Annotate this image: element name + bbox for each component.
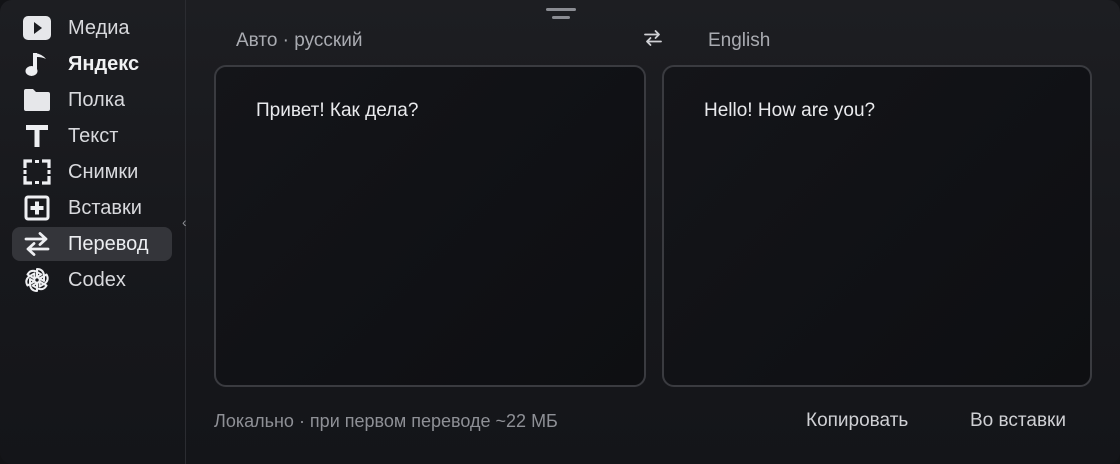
sidebar-item-label: Перевод xyxy=(68,233,149,255)
play-icon xyxy=(22,14,52,42)
translation-output[interactable]: Hello! How are you? xyxy=(662,65,1092,387)
sidebar-item-label: Полка xyxy=(68,89,126,111)
sidebar-item-codex[interactable]: Codex xyxy=(12,263,172,297)
folder-icon xyxy=(22,86,52,114)
source-text-input[interactable]: Привет! Как дела? xyxy=(214,65,646,387)
swap-arrows-icon xyxy=(643,29,663,52)
sidebar-item-shelf[interactable]: Полка xyxy=(12,83,172,117)
translated-text: Hello! How are you? xyxy=(704,100,876,121)
sidebar-item-text[interactable]: Текст xyxy=(12,119,172,153)
sidebar-item-label: Снимки xyxy=(68,161,139,183)
source-language-select[interactable]: Авто · русский xyxy=(236,30,362,52)
sidebar-item-yandex[interactable]: Яндекс xyxy=(12,47,172,81)
model-info-note: Локально · при первом переводе ~22 МБ xyxy=(214,411,558,431)
music-note-icon xyxy=(22,50,52,78)
target-language-select[interactable]: English xyxy=(708,30,770,52)
swap-arrows-icon xyxy=(22,230,52,258)
sidebar-item-label: Codex xyxy=(68,269,126,291)
copy-button[interactable]: Копировать xyxy=(806,409,908,433)
drag-handle[interactable] xyxy=(546,8,576,22)
text-t-icon xyxy=(22,122,52,150)
sidebar-item-label: Вставки xyxy=(68,197,142,219)
sidebar-item-label: Яндекс xyxy=(68,53,140,75)
sidebar-item-label: Медиа xyxy=(68,17,130,39)
sidebar-collapse-handle[interactable]: ‹ xyxy=(182,214,187,230)
sidebar-item-translate[interactable]: Перевод xyxy=(12,227,172,261)
plus-square-icon xyxy=(22,194,52,222)
openai-logo-icon xyxy=(22,266,52,294)
sidebar-item-media[interactable]: Медиа xyxy=(12,11,172,45)
sidebar-item-inserts[interactable]: Вставки xyxy=(12,191,172,225)
sidebar: Медиа Яндекс Полка Текст Снимки Вставки … xyxy=(0,0,187,464)
source-text: Привет! Как дела? xyxy=(256,100,419,121)
screenshot-frame-icon xyxy=(22,158,52,186)
add-to-inserts-button[interactable]: Во вставки xyxy=(970,409,1066,433)
translator-window: Медиа Яндекс Полка Текст Снимки Вставки … xyxy=(0,0,1120,464)
swap-languages-button[interactable] xyxy=(640,27,666,53)
sidebar-item-label: Текст xyxy=(68,125,119,147)
sidebar-item-screenshots[interactable]: Снимки xyxy=(12,155,172,189)
